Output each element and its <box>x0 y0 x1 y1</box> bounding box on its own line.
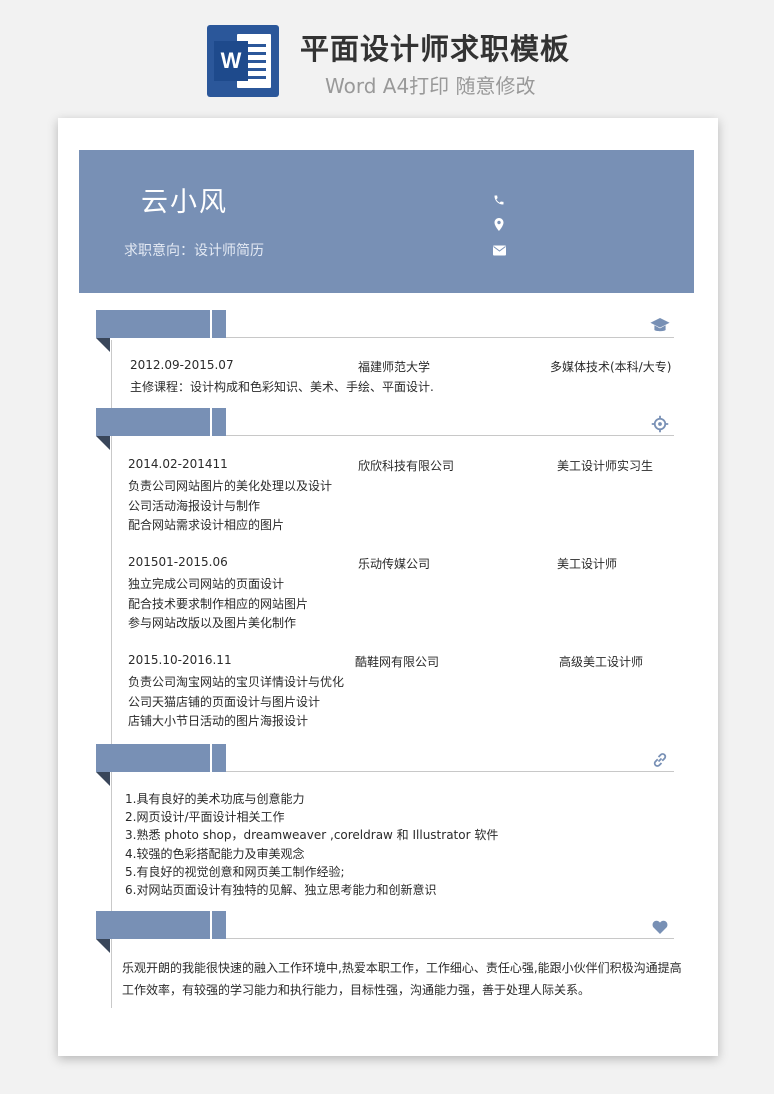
job-period: 2015.10-2016.11 <box>128 653 232 667</box>
job-duty: 负责公司淘宝网站的宝贝详情设计与优化 <box>128 675 345 689</box>
job-duty: 配合网站需求设计相应的图片 <box>128 518 285 532</box>
edu-major: 多媒体技术(本科/大专) <box>550 360 672 374</box>
resume-page: 云小风 求职意向：设计师简历 2012.09-2015.07 福建师范大学 多媒… <box>58 118 718 1056</box>
section-rule <box>226 938 674 939</box>
heart-icon <box>650 917 670 937</box>
section-fold <box>96 436 110 450</box>
phone-icon <box>492 193 506 207</box>
crosshair-icon <box>650 414 670 434</box>
job-title: 美工设计师 <box>557 557 618 571</box>
section-rule <box>226 771 674 772</box>
skill-item: 2.网页设计/平面设计相关工作 <box>125 810 285 824</box>
skill-item: 5.有良好的视觉创意和网页美工制作经验; <box>125 865 345 879</box>
banner-subtitle: Word A4打印 随意修改 <box>325 74 536 98</box>
section-education <box>96 310 674 352</box>
edu-school: 福建师范大学 <box>358 360 431 374</box>
job-period: 201501-2015.06 <box>128 555 228 569</box>
link-icon <box>650 750 670 770</box>
section-self-evaluation <box>96 911 674 953</box>
job-duty: 配合技术要求制作相应的网站图片 <box>128 597 309 611</box>
section-tab <box>96 408 226 436</box>
job-title: 高级美工设计师 <box>559 655 644 669</box>
banner-title: 平面设计师求职模板 <box>300 32 571 66</box>
section-rule <box>226 435 674 436</box>
job-company: 乐动传媒公司 <box>358 557 431 571</box>
job-duty: 独立完成公司网站的页面设计 <box>128 577 285 591</box>
word-letter: W <box>214 41 248 81</box>
job-intent: 求职意向：设计师简历 <box>124 243 264 259</box>
job-duty: 参与网站改版以及图片美化制作 <box>128 616 297 630</box>
job-duty: 公司天猫店铺的页面设计与图片设计 <box>128 695 321 709</box>
location-icon <box>492 218 506 232</box>
edu-period: 2012.09-2015.07 <box>130 358 234 372</box>
mail-icon <box>492 243 506 257</box>
job-duty: 店铺大小节日活动的图片海报设计 <box>128 714 309 728</box>
job-duty: 公司活动海报设计与制作 <box>128 499 261 513</box>
skill-item: 4.较强的色彩搭配能力及审美观念 <box>125 847 305 861</box>
section-tab <box>96 744 226 772</box>
skill-item: 1.具有良好的美术功底与创意能力 <box>125 792 305 806</box>
graduation-cap-icon <box>650 316 670 336</box>
word-logo-icon: W <box>207 25 279 97</box>
section-fold <box>96 939 110 953</box>
section-rule <box>226 337 674 338</box>
candidate-name: 云小风 <box>141 187 228 218</box>
section-fold <box>96 772 110 786</box>
self-evaluation-text: 乐观开朗的我能很快速的融入工作环境中,热爱本职工作，工作细心、责任心强,能跟小伙… <box>122 961 682 997</box>
section-fold <box>96 338 110 352</box>
section-tab <box>96 310 226 338</box>
section-tab <box>96 911 226 939</box>
job-period: 2014.02-201411 <box>128 457 228 471</box>
section-experience <box>96 408 674 450</box>
section-skills <box>96 744 674 786</box>
job-title: 美工设计师实习生 <box>557 459 654 473</box>
resume-header: 云小风 求职意向：设计师简历 <box>79 150 694 293</box>
job-company: 欣欣科技有限公司 <box>358 459 455 473</box>
edu-courses: 主修课程：设计构成和色彩知识、美术、手绘、平面设计. <box>130 380 434 394</box>
job-duty: 负责公司网站图片的美化处理以及设计 <box>128 479 333 493</box>
skill-item: 6.对网站页面设计有独特的见解、独立思考能力和创新意识 <box>125 883 437 897</box>
skill-item: 3.熟悉 photo shop，dreamweaver ,coreldraw 和… <box>125 828 499 842</box>
job-company: 酷鞋网有限公司 <box>355 655 440 669</box>
